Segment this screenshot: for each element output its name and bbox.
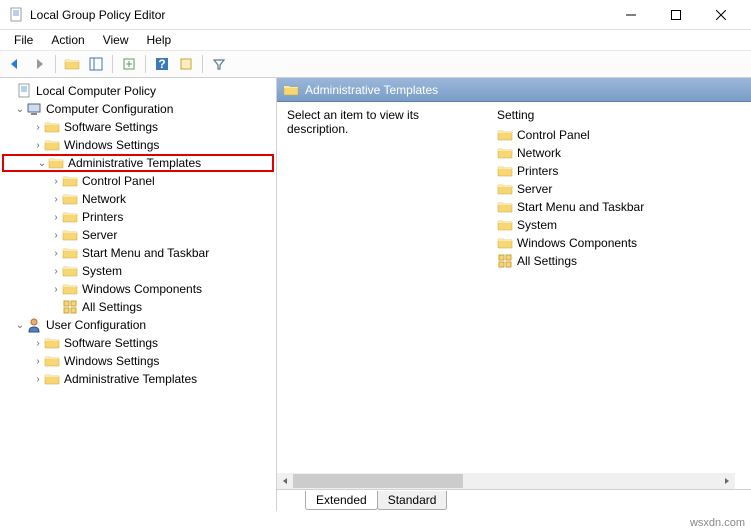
tree-item[interactable]: ›Software Settings bbox=[0, 334, 276, 352]
folder-icon bbox=[62, 209, 78, 225]
tab-standard[interactable]: Standard bbox=[377, 491, 448, 510]
title-bar[interactable]: Local Group Policy Editor bbox=[0, 0, 751, 30]
tree-user-config[interactable]: ⌄User Configuration bbox=[0, 316, 276, 334]
tree-item[interactable]: ›Control Panel bbox=[0, 172, 276, 190]
folder-icon bbox=[497, 127, 513, 143]
folder-icon bbox=[62, 281, 78, 297]
tree-item[interactable]: ›Windows Settings bbox=[0, 352, 276, 370]
folder-icon bbox=[497, 163, 513, 179]
folder-icon bbox=[497, 235, 513, 251]
watermark: wsxdn.com bbox=[690, 517, 745, 529]
folder-icon bbox=[44, 353, 60, 369]
details-header: Administrative Templates bbox=[277, 78, 751, 102]
list-item[interactable]: Windows Components bbox=[497, 234, 741, 252]
list-item[interactable]: Printers bbox=[497, 162, 741, 180]
folder-icon bbox=[497, 145, 513, 161]
folder-icon bbox=[62, 173, 78, 189]
settings-list[interactable]: Setting Control Panel Network Printers S… bbox=[497, 108, 741, 483]
filter-button[interactable] bbox=[208, 53, 230, 75]
tree-item[interactable]: ›Server bbox=[0, 226, 276, 244]
svg-text:?: ? bbox=[158, 57, 165, 71]
column-header[interactable]: Setting bbox=[497, 108, 741, 122]
list-item[interactable]: Start Menu and Taskbar bbox=[497, 198, 741, 216]
list-item[interactable]: System bbox=[497, 216, 741, 234]
menu-view[interactable]: View bbox=[95, 31, 137, 49]
folder-icon bbox=[44, 371, 60, 387]
tree-item[interactable]: ›Windows Components bbox=[0, 280, 276, 298]
folder-icon bbox=[497, 199, 513, 215]
tree-root[interactable]: Local Computer Policy bbox=[0, 82, 276, 100]
folder-icon bbox=[62, 263, 78, 279]
folder-icon bbox=[497, 181, 513, 197]
list-item[interactable]: Network bbox=[497, 144, 741, 162]
folder-icon bbox=[44, 137, 60, 153]
show-hide-tree-button[interactable] bbox=[85, 53, 107, 75]
menu-help[interactable]: Help bbox=[139, 31, 180, 49]
scroll-thumb[interactable] bbox=[293, 474, 463, 488]
folder-icon bbox=[497, 217, 513, 233]
scroll-track[interactable] bbox=[293, 473, 719, 489]
back-button[interactable] bbox=[4, 53, 26, 75]
properties-button[interactable] bbox=[175, 53, 197, 75]
user-icon bbox=[26, 317, 42, 333]
folder-icon bbox=[283, 82, 299, 98]
folder-icon bbox=[44, 335, 60, 351]
folder-icon bbox=[62, 245, 78, 261]
folder-icon bbox=[48, 155, 64, 171]
help-button[interactable]: ? bbox=[151, 53, 173, 75]
allsettings-icon bbox=[497, 253, 513, 269]
tree-item[interactable]: ›Start Menu and Taskbar bbox=[0, 244, 276, 262]
tree-admin-templates[interactable]: ⌄Administrative Templates bbox=[2, 154, 274, 172]
details-pane: Administrative Templates Select an item … bbox=[277, 78, 751, 511]
folder-icon bbox=[44, 119, 60, 135]
menu-file[interactable]: File bbox=[6, 31, 41, 49]
scroll-right-button[interactable] bbox=[719, 473, 735, 489]
tab-bar: Extended Standard bbox=[277, 489, 751, 511]
policy-icon bbox=[16, 83, 32, 99]
maximize-button[interactable] bbox=[653, 0, 698, 29]
menu-bar: File Action View Help bbox=[0, 30, 751, 50]
menu-action[interactable]: Action bbox=[43, 31, 92, 49]
tree-computer-config[interactable]: ⌄Computer Configuration bbox=[0, 100, 276, 118]
tree-item[interactable]: ›Windows Settings bbox=[0, 136, 276, 154]
tree-item[interactable]: ›Software Settings bbox=[0, 118, 276, 136]
allsettings-icon bbox=[62, 299, 78, 315]
app-icon bbox=[8, 7, 24, 23]
toolbar: ? bbox=[0, 50, 751, 78]
tree-item[interactable]: ›System bbox=[0, 262, 276, 280]
tree-item[interactable]: ›Network bbox=[0, 190, 276, 208]
scroll-left-button[interactable] bbox=[277, 473, 293, 489]
tab-extended[interactable]: Extended bbox=[305, 491, 378, 510]
folder-icon bbox=[62, 227, 78, 243]
window-title: Local Group Policy Editor bbox=[30, 8, 608, 22]
tree-item[interactable]: ›Administrative Templates bbox=[0, 370, 276, 388]
tree-pane[interactable]: Local Computer Policy ⌄Computer Configur… bbox=[0, 78, 277, 511]
description-text: Select an item to view its description. bbox=[287, 108, 477, 483]
horizontal-scrollbar[interactable] bbox=[277, 473, 735, 489]
close-button[interactable] bbox=[698, 0, 743, 29]
tree-item[interactable]: All Settings bbox=[0, 298, 276, 316]
tree-item[interactable]: ›Printers bbox=[0, 208, 276, 226]
list-item[interactable]: Control Panel bbox=[497, 126, 741, 144]
minimize-button[interactable] bbox=[608, 0, 653, 29]
up-button[interactable] bbox=[61, 53, 83, 75]
computer-icon bbox=[26, 101, 42, 117]
list-item[interactable]: All Settings bbox=[497, 252, 741, 270]
forward-button[interactable] bbox=[28, 53, 50, 75]
export-button[interactable] bbox=[118, 53, 140, 75]
folder-icon bbox=[62, 191, 78, 207]
details-title: Administrative Templates bbox=[305, 83, 438, 97]
list-item[interactable]: Server bbox=[497, 180, 741, 198]
